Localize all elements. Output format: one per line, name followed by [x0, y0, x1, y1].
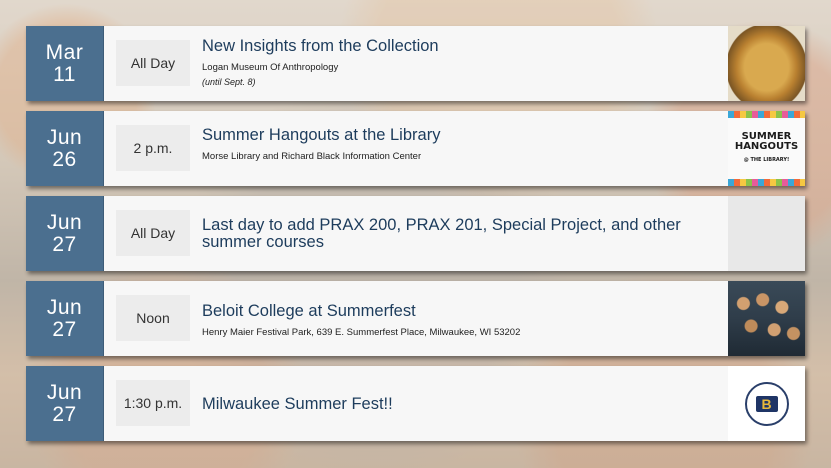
date-day: 26: [52, 147, 77, 171]
event-time: 2 p.m.: [116, 125, 190, 171]
date-day: 11: [53, 62, 76, 86]
date-month: Jun: [46, 125, 83, 149]
event-location: Logan Museum Of Anthropology: [202, 62, 339, 73]
event-title[interactable]: Last day to add PRAX 200, PRAX 201, Spec…: [202, 217, 718, 251]
poster-line-2: HANGOUTS: [734, 141, 799, 152]
event-title[interactable]: New Insights from the Collection: [202, 38, 718, 55]
event-title[interactable]: Milwaukee Summer Fest!!: [202, 396, 718, 413]
event-info: Last day to add PRAX 200, PRAX 201, Spec…: [202, 196, 728, 271]
event-location: Henry Maier Festival Park, 639 E. Summer…: [202, 327, 521, 338]
date-day: 27: [52, 232, 77, 256]
event-location: Morse Library and Richard Black Informat…: [202, 151, 422, 162]
date-day: 27: [52, 402, 77, 426]
event-card[interactable]: Jun 27 1:30 p.m. Milwaukee Summer Fest!!…: [26, 366, 805, 441]
event-card[interactable]: Jun 27 Noon Beloit College at Summerfest…: [26, 281, 805, 356]
date-block: Mar 11: [26, 26, 104, 101]
date-block: Jun 27: [26, 196, 104, 271]
event-card[interactable]: Jun 27 All Day Last day to add PRAX 200,…: [26, 196, 805, 271]
event-thumbnail-blank: [728, 196, 805, 271]
event-card[interactable]: Jun 26 2 p.m. Summer Hangouts at the Lib…: [26, 111, 805, 186]
event-thumbnail-poster: SUMMER HANGOUTS @ THE LIBRARY!: [728, 111, 805, 186]
event-info: Milwaukee Summer Fest!!: [202, 366, 728, 441]
event-time: All Day: [116, 40, 190, 86]
date-month: Jun: [46, 210, 83, 234]
beloit-college-seal-icon: B: [744, 381, 789, 426]
event-info: Summer Hangouts at the Library Morse Lib…: [202, 111, 728, 186]
date-month: Mar: [45, 40, 84, 64]
event-note: (until Sept. 8): [202, 77, 256, 87]
date-day: 27: [52, 317, 77, 341]
date-month: Jun: [46, 380, 83, 404]
event-thumbnail-crowd: [728, 281, 805, 356]
date-block: Jun 27: [26, 366, 104, 441]
event-card[interactable]: Mar 11 All Day New Insights from the Col…: [26, 26, 805, 101]
date-month: Jun: [46, 295, 83, 319]
date-block: Jun 26: [26, 111, 104, 186]
date-block: Jun 27: [26, 281, 104, 356]
logo-letter: B: [755, 395, 778, 412]
event-thumbnail-logo: B: [728, 366, 805, 441]
event-title[interactable]: Beloit College at Summerfest: [202, 303, 718, 320]
event-info: New Insights from the Collection Logan M…: [202, 26, 728, 101]
poster-line-3: @ THE LIBRARY!: [743, 157, 790, 163]
event-info: Beloit College at Summerfest Henry Maier…: [202, 281, 728, 356]
event-time: 1:30 p.m.: [116, 380, 190, 426]
event-thumbnail-jar: [728, 26, 805, 101]
event-time: All Day: [116, 210, 190, 256]
event-title[interactable]: Summer Hangouts at the Library: [202, 127, 718, 144]
event-time: Noon: [116, 295, 190, 341]
